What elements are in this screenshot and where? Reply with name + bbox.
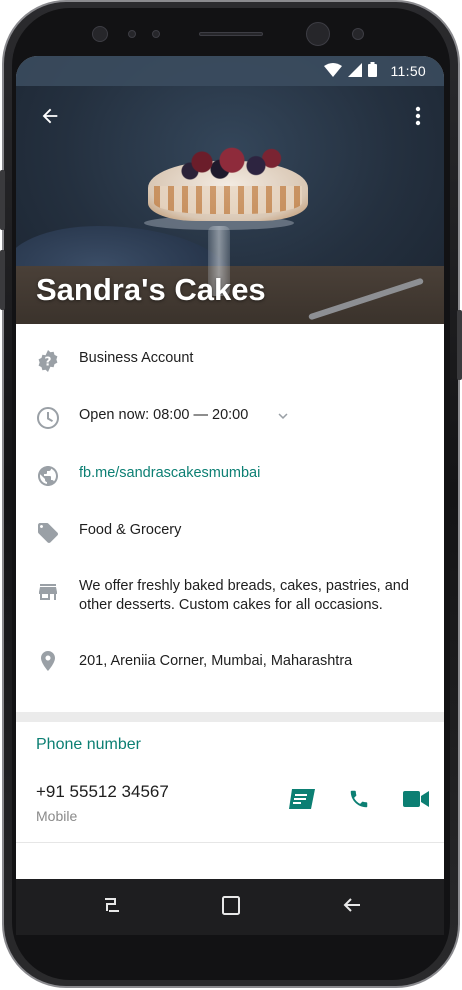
message-button[interactable] <box>288 788 316 814</box>
video-call-icon <box>403 790 429 813</box>
earpiece <box>199 32 263 36</box>
video-call-button[interactable] <box>402 789 430 813</box>
signal-icon <box>347 62 362 80</box>
svg-text:?: ? <box>45 355 52 369</box>
status-bar: 11:50 <box>16 56 444 86</box>
globe-icon <box>36 464 60 488</box>
message-icon <box>289 788 315 814</box>
navigation-bar <box>16 879 444 935</box>
business-verified-icon: ? <box>36 349 60 373</box>
bixby-button <box>0 250 5 310</box>
arrow-back-icon <box>39 105 61 132</box>
business-hours-text: Open now: 08:00 — 20:00 <box>79 407 249 423</box>
category-text: Food & Grocery <box>79 522 182 538</box>
sensor-dot <box>352 28 364 40</box>
phone-section-title: Phone number <box>36 736 141 753</box>
front-camera <box>306 22 330 46</box>
more-options-button[interactable] <box>408 104 428 132</box>
business-cover-photo: 11:50 Sandra's Cakes <box>16 56 444 324</box>
volume-button <box>0 170 5 230</box>
back-arrow-icon <box>342 895 362 920</box>
system-back-button[interactable] <box>340 895 364 919</box>
phone-number[interactable]: +91 55512 34567 <box>36 782 169 802</box>
phone-type: Mobile <box>36 808 78 824</box>
sensor-dot <box>92 26 108 42</box>
call-icon <box>348 788 370 815</box>
tag-icon <box>36 521 60 545</box>
business-name: Sandra's Cakes <box>36 272 266 307</box>
sensor-dot <box>128 30 136 38</box>
more-vert-icon <box>415 106 421 131</box>
photo-cake-caramel <box>154 186 302 214</box>
store-icon <box>36 580 60 604</box>
sensor-dot <box>152 30 160 38</box>
website-link[interactable]: fb.me/sandrascakesmumbai <box>79 464 426 483</box>
recent-apps-button[interactable] <box>100 895 124 919</box>
clock-icon <box>36 406 60 430</box>
status-time: 11:50 <box>390 63 426 79</box>
recent-apps-icon <box>102 895 122 920</box>
wifi-icon <box>323 62 342 80</box>
address-text: 201, Areniia Corner, Mumbai, Maharashtra <box>79 653 353 669</box>
power-button <box>457 310 462 380</box>
chevron-down-icon[interactable] <box>274 407 292 425</box>
back-button[interactable] <box>36 104 64 132</box>
battery-icon <box>367 62 377 80</box>
location-pin-icon <box>36 649 60 673</box>
section-divider <box>16 712 444 722</box>
screen: 11:50 Sandra's Cakes ? Business Account … <box>16 56 444 879</box>
photo-cake-fruits <box>166 144 286 180</box>
description-text: We offer freshly baked breads, cakes, pa… <box>79 578 409 613</box>
account-type-text: Business Account <box>79 350 194 366</box>
home-button[interactable] <box>219 895 243 919</box>
row-divider <box>16 842 444 843</box>
call-button[interactable] <box>345 789 373 813</box>
home-icon <box>221 895 241 920</box>
